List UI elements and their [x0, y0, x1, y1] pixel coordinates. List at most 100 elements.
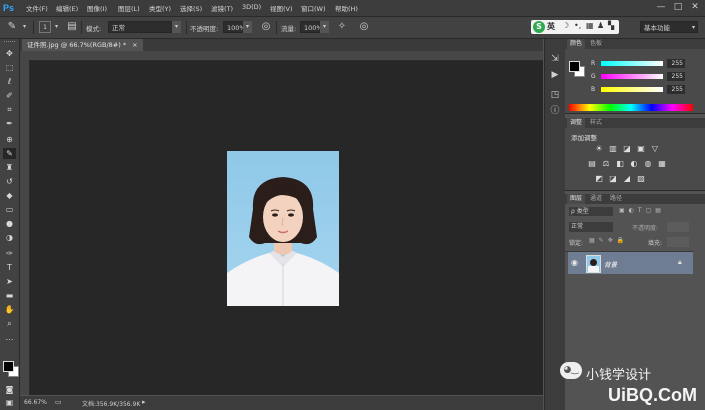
- mode-dropdown-arrow[interactable]: ▾: [172, 21, 181, 33]
- blur-tool-icon[interactable]: ●: [3, 218, 16, 229]
- blend-mode-select[interactable]: 正常: [569, 222, 613, 232]
- color-spectrum-bar[interactable]: [569, 104, 693, 111]
- red-channel-slider[interactable]: [601, 61, 663, 66]
- color-foreground-swatch[interactable]: [569, 61, 580, 72]
- layer-name[interactable]: 背景: [604, 259, 617, 269]
- info-panel-icon[interactable]: ⓘ: [549, 105, 561, 117]
- tab-swatches[interactable]: 色板: [587, 39, 605, 49]
- brightness-contrast-icon[interactable]: ☀: [594, 144, 604, 154]
- ime-language[interactable]: 英: [547, 21, 555, 32]
- visibility-eye-icon[interactable]: ◉: [571, 258, 578, 267]
- flow-input[interactable]: 100%: [300, 21, 323, 33]
- status-menu-arrow[interactable]: ▸: [142, 398, 146, 406]
- eraser-tool-icon[interactable]: ◆: [3, 190, 16, 201]
- menu-filter[interactable]: 滤镜(T): [211, 3, 233, 13]
- threshold-icon[interactable]: ◢: [622, 174, 632, 184]
- pressure-opacity-icon[interactable]: ◎: [260, 21, 272, 33]
- toolbox-grip[interactable]: [4, 41, 15, 45]
- layer-opacity-input[interactable]: [667, 222, 689, 232]
- maximize-button[interactable]: □: [672, 2, 684, 13]
- menu-window[interactable]: 窗口(W): [301, 3, 326, 13]
- layer-filter-select[interactable]: ρ 类型: [569, 207, 613, 216]
- minimize-button[interactable]: —: [655, 2, 667, 13]
- red-channel-value[interactable]: 255: [667, 59, 685, 68]
- airbrush-icon[interactable]: ✧: [336, 21, 348, 33]
- green-channel-value[interactable]: 255: [667, 72, 685, 81]
- black-white-icon[interactable]: ◧: [615, 159, 625, 169]
- zoom-tool-icon[interactable]: ⌕: [3, 318, 16, 329]
- hand-tool-icon[interactable]: ✋: [3, 304, 16, 315]
- sogou-ime-icon[interactable]: S: [533, 21, 545, 33]
- brush-tool-icon[interactable]: ✎: [3, 148, 16, 159]
- export-icon[interactable]: ▭: [55, 398, 62, 406]
- color-lookup-icon[interactable]: ▦: [657, 159, 667, 169]
- ime-moon-icon[interactable]: ☽: [562, 21, 569, 30]
- history-panel-icon[interactable]: ⇲: [549, 53, 561, 65]
- menu-file[interactable]: 文件(F): [26, 3, 48, 13]
- marquee-tool-icon[interactable]: ⬚: [3, 62, 16, 73]
- tab-paths[interactable]: 路径: [607, 194, 625, 204]
- opacity-dropdown[interactable]: ▾: [243, 21, 252, 33]
- menu-edit[interactable]: 编辑(E): [56, 3, 78, 13]
- menu-type[interactable]: 类型(Y): [149, 3, 171, 13]
- close-button[interactable]: ✕: [689, 2, 701, 13]
- layer-row-background[interactable]: ◉ 背景 🔒︎: [568, 252, 693, 274]
- vibrance-icon[interactable]: ▽: [650, 144, 660, 154]
- ime-tools-icon[interactable]: ▚: [608, 21, 614, 30]
- channel-mixer-icon[interactable]: ◍: [643, 159, 653, 169]
- tab-adjustments[interactable]: 调整: [567, 118, 586, 128]
- ime-user-icon[interactable]: ♟: [597, 21, 604, 30]
- brush-picker-dropdown[interactable]: ▾: [52, 21, 61, 33]
- tool-preset-dropdown[interactable]: ▾: [20, 21, 29, 33]
- color-balance-icon[interactable]: ⚖: [601, 159, 611, 169]
- zoom-level[interactable]: 66.67%: [24, 399, 47, 406]
- opacity-input[interactable]: 100%: [223, 21, 246, 33]
- fill-input[interactable]: [667, 237, 689, 247]
- blue-channel-slider[interactable]: [601, 87, 663, 92]
- lasso-tool-icon[interactable]: ℓ: [3, 76, 16, 87]
- actions-panel-icon[interactable]: ▶: [549, 69, 561, 81]
- menu-select[interactable]: 选择(S): [180, 3, 202, 13]
- path-select-icon[interactable]: ➤: [3, 276, 16, 287]
- ime-punct-icon[interactable]: •,: [574, 21, 581, 30]
- pressure-size-icon[interactable]: ◎: [358, 21, 370, 33]
- quick-mask-icon[interactable]: ◙: [3, 384, 16, 395]
- id-photo[interactable]: [227, 151, 339, 306]
- document-tab[interactable]: 证件照.jpg @ 66.7%(RGB/8#) * ×: [22, 39, 143, 51]
- tab-color[interactable]: 颜色: [567, 39, 586, 49]
- gradient-map-icon[interactable]: ▨: [636, 174, 646, 184]
- rectangle-tool-icon[interactable]: ▬: [3, 290, 16, 301]
- tab-layers[interactable]: 图层: [567, 194, 586, 204]
- move-tool-icon[interactable]: ✥: [3, 48, 16, 59]
- crop-tool-icon[interactable]: ⌗: [3, 104, 16, 115]
- dodge-tool-icon[interactable]: ◑: [3, 232, 16, 243]
- menu-help[interactable]: 帮助(H): [335, 3, 358, 13]
- horizontal-ruler[interactable]: [20, 51, 543, 61]
- levels-icon[interactable]: ▥: [608, 144, 618, 154]
- green-channel-slider[interactable]: [601, 74, 663, 79]
- menu-3d[interactable]: 3D(D): [242, 3, 261, 11]
- menu-image[interactable]: 图像(I): [87, 3, 107, 13]
- ime-keyboard-icon[interactable]: ▦: [586, 21, 594, 30]
- screen-mode-icon[interactable]: ▣: [3, 397, 16, 408]
- type-tool-icon[interactable]: T: [3, 262, 16, 273]
- brush-panel-icon[interactable]: ▤: [66, 21, 78, 33]
- posterize-icon[interactable]: ◪: [608, 174, 618, 184]
- layer-filter-icons[interactable]: ▣◐T▢▤: [619, 207, 665, 214]
- workspace-select[interactable]: 基本功能 ▾: [640, 21, 698, 33]
- close-tab-icon[interactable]: ×: [132, 41, 137, 49]
- history-brush-icon[interactable]: ↺: [3, 176, 16, 187]
- menu-layer[interactable]: 图层(L): [118, 3, 140, 13]
- photo-filter-icon[interactable]: ◐: [629, 159, 639, 169]
- pen-tool-icon[interactable]: ✑: [3, 248, 16, 259]
- menu-view[interactable]: 视图(V): [270, 3, 293, 13]
- quick-select-tool-icon[interactable]: ✐: [3, 90, 16, 101]
- clone-stamp-icon[interactable]: ♜: [3, 162, 16, 173]
- properties-panel-icon[interactable]: ◳: [549, 89, 561, 101]
- curves-icon[interactable]: ◪: [622, 144, 632, 154]
- more-tools-icon[interactable]: …: [3, 332, 16, 343]
- invert-icon[interactable]: ◩: [594, 174, 604, 184]
- tab-styles[interactable]: 样式: [587, 118, 605, 128]
- lock-icons[interactable]: ▦✎✥🔒: [589, 237, 628, 244]
- brush-size-box[interactable]: 1: [39, 21, 51, 33]
